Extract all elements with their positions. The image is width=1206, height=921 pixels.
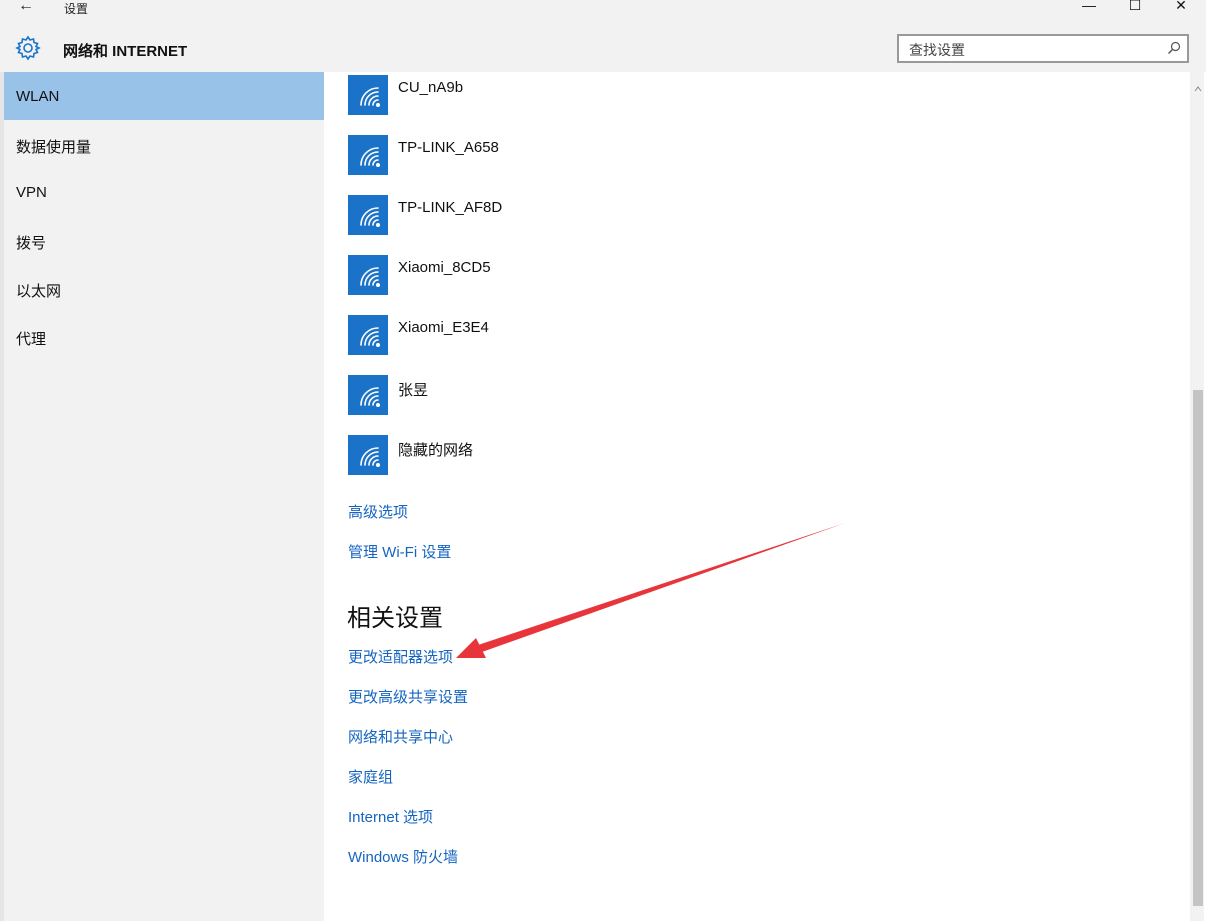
advanced-options-link[interactable]: 高级选项 xyxy=(348,501,408,522)
related-settings-heading: 相关设置 xyxy=(347,605,443,632)
sidebar-item-label: 拨号 xyxy=(16,235,47,252)
search-box[interactable] xyxy=(897,34,1189,63)
homegroup-link[interactable]: 家庭组 xyxy=(348,766,393,787)
wifi-icon xyxy=(348,255,388,295)
back-button[interactable]: ← xyxy=(18,0,34,15)
maximize-button[interactable]: ☐ xyxy=(1112,0,1158,19)
wifi-icon xyxy=(348,135,388,175)
sidebar-item-data-usage[interactable]: 数据使用量 xyxy=(4,120,324,168)
change-adapter-options-link[interactable]: 更改适配器选项 xyxy=(348,646,453,667)
network-item[interactable]: 隐藏的网络 xyxy=(348,435,848,476)
search-icon[interactable] xyxy=(1167,41,1181,55)
network-name: TP-LINK_AF8D xyxy=(398,199,503,216)
window-title: 设置 xyxy=(64,2,89,16)
advanced-sharing-link[interactable]: 更改高级共享设置 xyxy=(348,686,468,707)
manage-wifi-link[interactable]: 管理 Wi-Fi 设置 xyxy=(348,541,451,562)
network-item[interactable]: CU_nA9b xyxy=(348,75,848,116)
gear-icon xyxy=(15,35,41,61)
page-title: 网络和 INTERNET xyxy=(63,43,188,60)
sidebar-item-dialup[interactable]: 拨号 xyxy=(4,216,324,264)
wifi-icon xyxy=(348,75,388,115)
network-item[interactable]: TP-LINK_A658 xyxy=(348,135,848,176)
minimize-button[interactable]: — xyxy=(1066,0,1112,19)
sidebar-item-wlan[interactable]: WLAN xyxy=(4,72,324,120)
sidebar: WLAN 数据使用量 VPN 拨号 以太网 代理 xyxy=(0,72,324,921)
sidebar-item-label: WLAN xyxy=(16,88,60,105)
network-item[interactable]: TP-LINK_AF8D xyxy=(348,195,848,236)
arrow-head xyxy=(456,638,486,658)
wifi-icon xyxy=(348,375,388,415)
network-item[interactable]: Xiaomi_E3E4 xyxy=(348,315,848,356)
wifi-icon xyxy=(348,315,388,355)
wifi-icon xyxy=(348,195,388,235)
sidebar-item-label: VPN xyxy=(16,184,47,201)
sidebar-item-label: 数据使用量 xyxy=(16,139,92,156)
network-name: Xiaomi_8CD5 xyxy=(398,259,491,276)
sidebar-item-label: 代理 xyxy=(16,331,47,348)
sidebar-item-proxy[interactable]: 代理 xyxy=(4,312,324,360)
scrollbar-thumb[interactable] xyxy=(1193,390,1203,906)
arrow-shaft xyxy=(478,523,845,652)
search-input[interactable] xyxy=(907,40,1161,60)
sidebar-item-ethernet[interactable]: 以太网 xyxy=(4,264,324,312)
wifi-icon xyxy=(348,435,388,475)
windows-firewall-link[interactable]: Windows 防火墙 xyxy=(348,846,458,867)
scroll-up-arrow-icon[interactable] xyxy=(1193,80,1203,98)
sidebar-item-label: 以太网 xyxy=(16,283,62,300)
network-item[interactable]: Xiaomi_8CD5 xyxy=(348,255,848,296)
internet-options-link[interactable]: Internet 选项 xyxy=(348,806,433,827)
network-name: 张昱 xyxy=(398,382,429,399)
title-bar: ← 设置 — ☐ ✕ xyxy=(0,0,1206,18)
network-name: Xiaomi_E3E4 xyxy=(398,319,489,336)
close-button[interactable]: ✕ xyxy=(1158,0,1204,19)
network-sharing-center-link[interactable]: 网络和共享中心 xyxy=(348,726,453,747)
network-name: 隐藏的网络 xyxy=(398,442,474,459)
network-name: TP-LINK_A658 xyxy=(398,139,499,156)
sidebar-item-vpn[interactable]: VPN xyxy=(4,168,324,216)
network-item[interactable]: 张昱 xyxy=(348,375,848,416)
network-name: CU_nA9b xyxy=(398,79,464,96)
page-header: 网络和 INTERNET xyxy=(0,18,1206,72)
